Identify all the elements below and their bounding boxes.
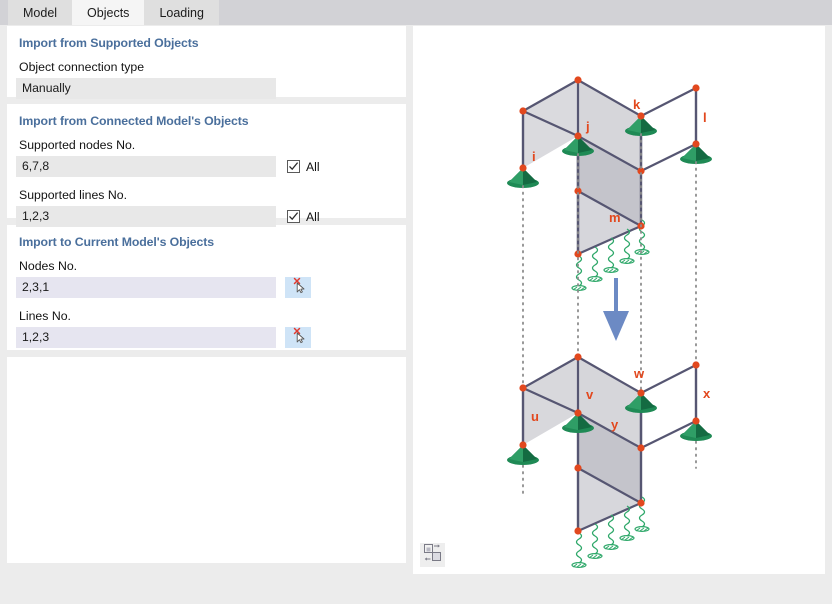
transfer-objects-icon <box>423 543 442 567</box>
node-label-y: y <box>611 417 619 432</box>
supported-lines-all-label: All <box>306 209 320 224</box>
import-objects-dialog: Model Objects Loading Import from Suppor… <box>0 0 832 604</box>
node-label-v: v <box>586 387 594 402</box>
tab-objects[interactable]: Objects <box>72 0 145 25</box>
node-label-i: i <box>532 149 536 164</box>
lines-pick-button[interactable] <box>285 327 311 348</box>
down-arrow-icon <box>603 278 629 341</box>
object-connection-type-select[interactable]: Manually <box>16 78 276 99</box>
tab-objects-label: Objects <box>87 5 130 20</box>
label-supported-lines-no: Supported lines No. <box>19 188 128 202</box>
tab-model[interactable]: Model <box>8 0 73 25</box>
empty-detail-panel <box>7 357 406 563</box>
tab-loading[interactable]: Loading <box>144 0 219 25</box>
model-3d-viewport[interactable]: i j k l m u v w x y <box>413 26 825 574</box>
label-nodes-no: Nodes No. <box>19 259 78 273</box>
select-cursor-icon <box>290 327 307 349</box>
section-import-to-current-model: Import to Current Model's Objects Nodes … <box>7 225 406 350</box>
node-label-m: m <box>609 210 621 225</box>
lines-no-input[interactable]: 1,2,3 <box>16 327 276 348</box>
supported-lines-input[interactable]: 1,2,3 <box>16 206 276 227</box>
node-label-l: l <box>703 110 707 125</box>
supported-nodes-input[interactable]: 6,7,8 <box>16 156 276 177</box>
select-cursor-icon <box>290 277 307 299</box>
nodes-no-input[interactable]: 2,3,1 <box>16 277 276 298</box>
checkbox-checked-icon <box>287 210 300 223</box>
tab-loading-label: Loading <box>159 5 204 20</box>
supported-nodes-all-label: All <box>306 159 320 174</box>
tab-bar: Model Objects Loading <box>0 0 832 25</box>
structural-model-graphic: i j k l m u v w x y <box>507 76 712 569</box>
node-label-x: x <box>703 386 711 401</box>
checkbox-checked-icon <box>287 160 300 173</box>
supported-nodes-all-checkbox[interactable]: All <box>287 160 320 174</box>
node-label-j: j <box>585 119 590 134</box>
node-label-w: w <box>633 366 645 381</box>
nodes-pick-button[interactable] <box>285 277 311 298</box>
transfer-objects-button[interactable] <box>420 543 445 567</box>
node-label-u: u <box>531 409 539 424</box>
tab-model-label: Model <box>23 5 58 20</box>
label-lines-no: Lines No. <box>19 309 71 323</box>
section-title-current-model: Import to Current Model's Objects <box>19 235 215 249</box>
section-import-from-connected-model: Import from Connected Model's Objects Su… <box>7 104 406 227</box>
label-object-connection-type: Object connection type <box>19 60 145 74</box>
label-supported-nodes-no: Supported nodes No. <box>19 138 136 152</box>
supported-lines-all-checkbox[interactable]: All <box>287 210 320 224</box>
settings-column: Import from Supported Objects Object con… <box>7 26 406 563</box>
section-import-from-supported-objects: Import from Supported Objects Object con… <box>7 26 406 99</box>
section-title-supported-objects: Import from Supported Objects <box>19 36 199 50</box>
section-title-connected-model: Import from Connected Model's Objects <box>19 114 249 128</box>
node-label-k: k <box>633 97 641 112</box>
